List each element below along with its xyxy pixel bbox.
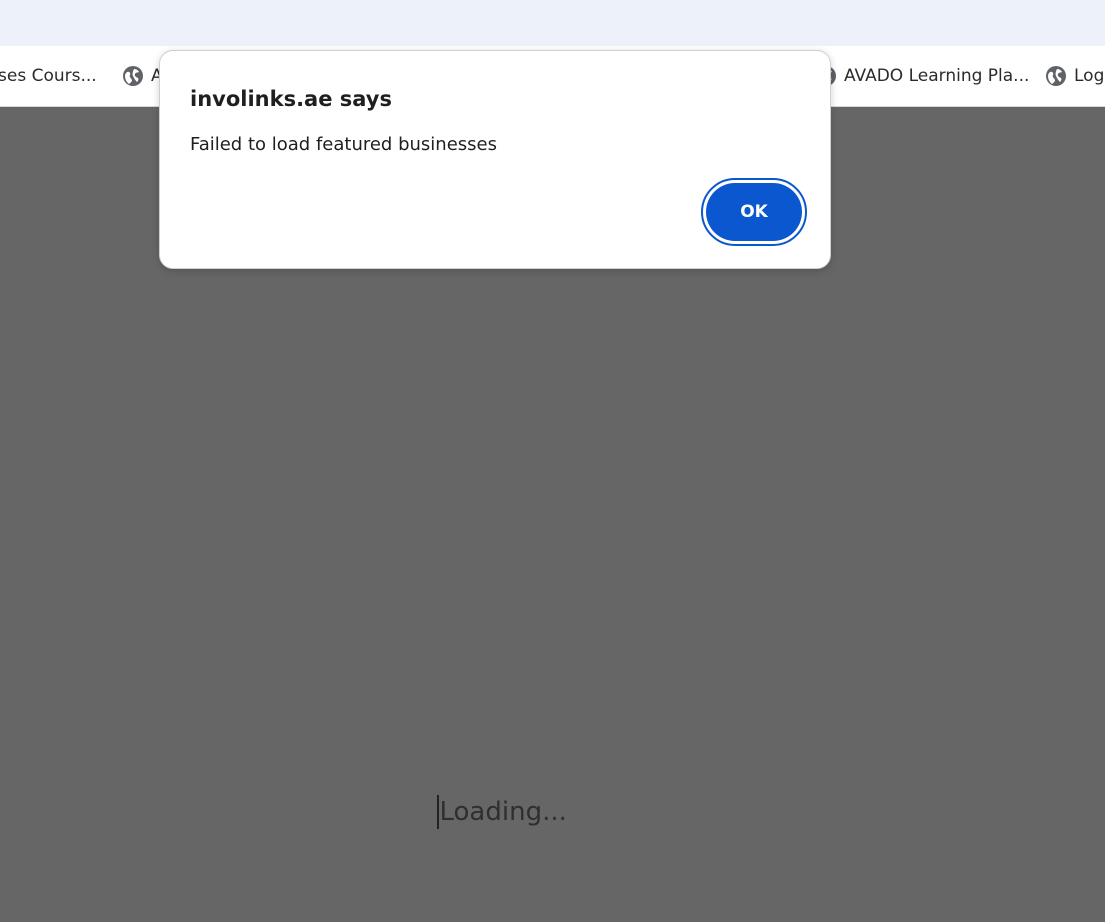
dialog-message: Failed to load featured businesses xyxy=(190,134,497,155)
bookmark-label: AVADO Learning Pla... xyxy=(844,66,1030,86)
bookmark-label: ses Cours... xyxy=(0,66,97,86)
ok-button-focus-ring: OK xyxy=(701,178,807,246)
browser-tab-strip xyxy=(0,0,1105,46)
bookmark-item-avado[interactable]: AVADO Learning Pla... xyxy=(816,46,1029,106)
loading-indicator: Loading... xyxy=(437,795,567,829)
bookmark-item-log[interactable]: Log xyxy=(1046,46,1104,106)
alert-dialog: involinks.ae says Failed to load feature… xyxy=(159,50,831,269)
bookmark-item-courses[interactable]: ses Cours... xyxy=(0,46,97,106)
ok-button[interactable]: OK xyxy=(706,183,802,241)
globe-icon xyxy=(1046,66,1066,86)
loading-text: Loading... xyxy=(439,797,567,827)
bookmark-label: Log xyxy=(1074,66,1105,86)
dialog-title: involinks.ae says xyxy=(190,87,392,111)
text-caret xyxy=(437,795,439,829)
bookmark-item-a[interactable]: A xyxy=(123,46,163,106)
globe-icon xyxy=(123,66,143,86)
